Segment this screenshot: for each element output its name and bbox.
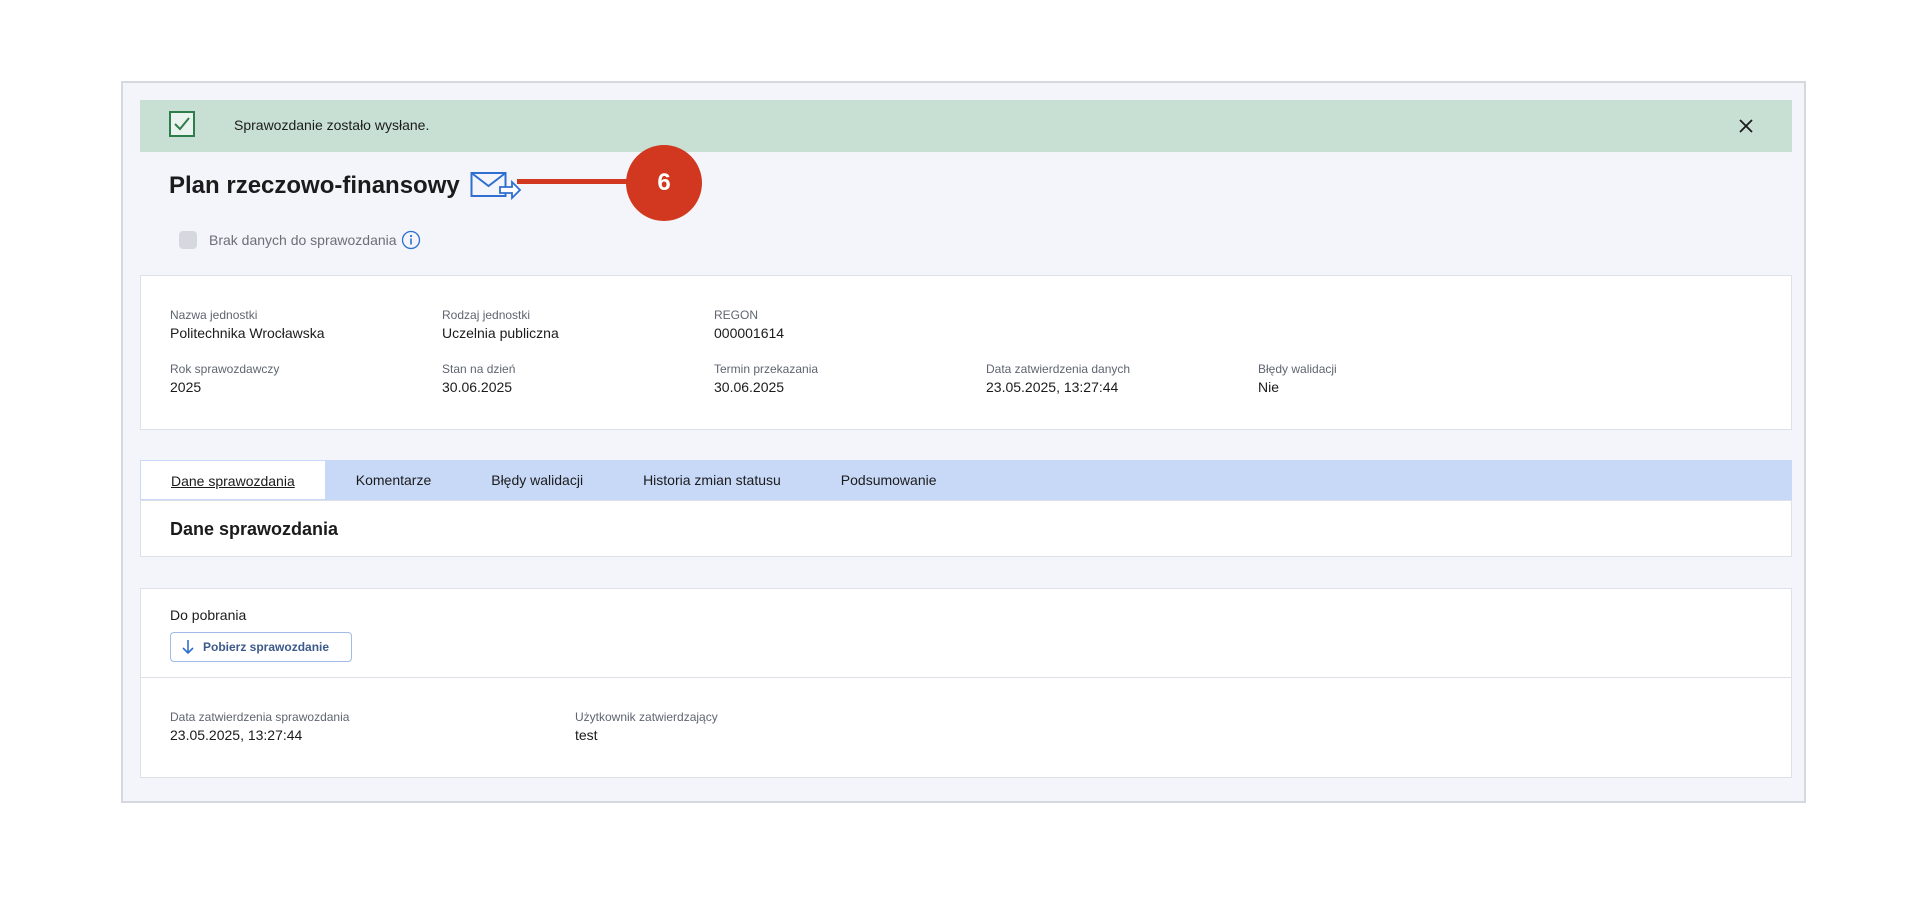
tab-bar: Dane sprawozdania Komentarze Błędy walid…: [140, 460, 1792, 500]
tab-comments[interactable]: Komentarze: [326, 460, 461, 500]
field-regon: REGON 000001614: [714, 308, 785, 341]
page-title: Plan rzeczowo-finansowy: [169, 172, 460, 199]
no-data-option: Brak danych do sprawozdania: [179, 230, 421, 250]
downloads-label: Do pobrania: [170, 607, 247, 623]
tab-validation-errors[interactable]: Błędy walidacji: [461, 460, 613, 500]
field-validation-errors: Błędy walidacji Nie: [1258, 362, 1337, 395]
checkmark-icon: [169, 111, 195, 137]
info-icon[interactable]: [401, 230, 421, 250]
tab-report-data[interactable]: Dane sprawozdania: [140, 460, 326, 500]
field-as-of-date: Stan na dzień 30.06.2025: [442, 362, 516, 395]
callout-badge: 6: [626, 145, 702, 221]
alert-message: Sprawozdanie zostało wysłane.: [234, 117, 430, 133]
tab-summary[interactable]: Podsumowanie: [811, 460, 967, 500]
field-reporting-year: Rok sprawozdawczy 2025: [170, 362, 280, 395]
section-title: Dane sprawozdania: [170, 519, 339, 539]
downloads-card: Do pobrania Pobierz sprawozdanie Data za…: [140, 588, 1792, 778]
no-data-label: Brak danych do sprawozdania: [209, 232, 397, 248]
download-button-label: Pobierz sprawozdanie: [203, 640, 330, 654]
tab-content: Dane sprawozdania: [140, 500, 1792, 557]
download-report-button[interactable]: Pobierz sprawozdanie: [170, 632, 352, 662]
report-details-card: Nazwa jednostki Politechnika Wrocławska …: [140, 275, 1792, 430]
field-deadline: Termin przekazania 30.06.2025: [714, 362, 819, 395]
field-data-approval-date: Data zatwierdzenia danych 23.05.2025, 13…: [986, 362, 1131, 395]
title-row: Plan rzeczowo-finansowy: [169, 171, 522, 201]
arrow-down-icon: [182, 640, 194, 655]
field-approving-user: Użytkownik zatwierdzający test: [575, 710, 718, 743]
send-envelope-icon[interactable]: [470, 171, 522, 201]
no-data-checkbox[interactable]: [179, 231, 197, 249]
divider: [141, 677, 1791, 678]
callout-line: [517, 179, 627, 184]
field-unit-type: Rodzaj jednostki Uczelnia publiczna: [442, 308, 559, 341]
close-icon[interactable]: [1736, 116, 1756, 136]
report-page: Sprawozdanie zostało wysłane. Plan rzecz…: [121, 81, 1806, 803]
success-alert: Sprawozdanie zostało wysłane.: [140, 100, 1792, 152]
field-report-approval-date: Data zatwierdzenia sprawozdania 23.05.20…: [170, 710, 350, 743]
field-unit-name: Nazwa jednostki Politechnika Wrocławska: [170, 308, 325, 341]
tab-status-history[interactable]: Historia zmian statusu: [613, 460, 811, 500]
